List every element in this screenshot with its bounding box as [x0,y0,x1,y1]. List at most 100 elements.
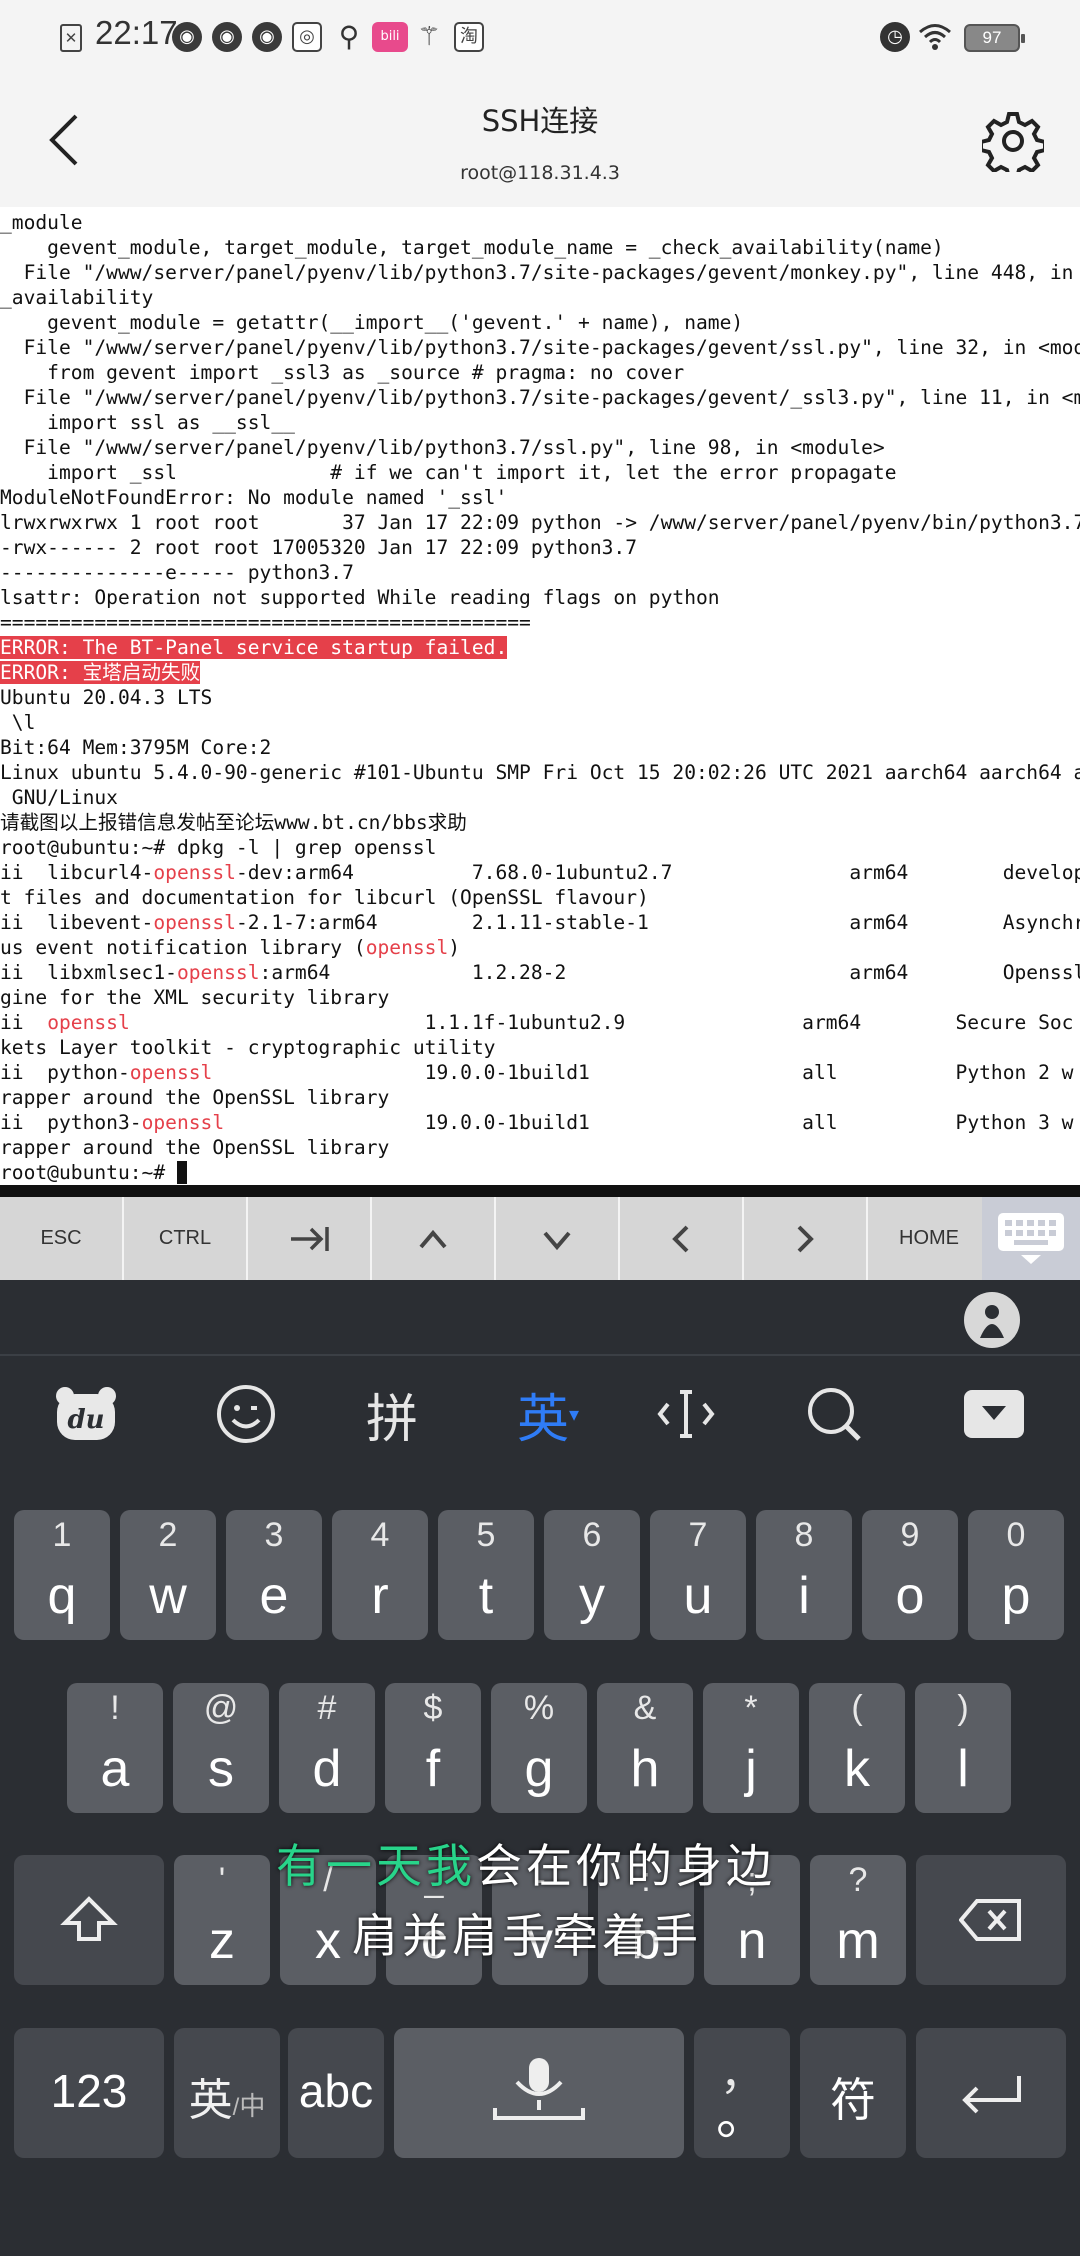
terminal-text: ) [448,936,461,959]
terminal-text: File "/www/server/panel/pyenv/lib/python… [0,261,1080,284]
key-e[interactable]: 3e [226,1510,322,1640]
terminal-line: ii libevent-openssl-2.1-7:arm64 2.1.11-s… [0,910,1080,935]
key-f[interactable]: $ f [385,1683,481,1813]
cursor-icon[interactable] [646,1374,726,1454]
key-secondary: ) [957,1689,969,1727]
key-secondary: 5 [476,1516,496,1554]
abc-key[interactable]: abc [288,2028,384,2158]
grep-match: openssl [153,911,236,934]
terminal-text: -rwx------ 2 root root 17005320 Jan 17 2… [0,536,638,559]
terminal-text: -dev:arm64 7.68.0-1ubuntu2.7 arm64 devel… [235,861,1080,884]
language-switch-key[interactable]: 英/中 [174,2028,280,2158]
key-primary: 符 [830,2074,876,2126]
backspace-key[interactable] [916,1855,1066,1985]
terminal-text: gevent_module, target_module, target_mod… [0,236,944,259]
key-secondary: # [317,1689,337,1727]
ctrl-key[interactable]: CTRL [124,1197,248,1280]
key-secondary: ' [218,1861,226,1899]
terminal-text: import ssl as __ssl__ [0,411,295,434]
ime-keyboard: du 拼 英 ▾ 1 q 2 w 3 e 4 r 5 t 6 y 7 u 8 i 9 o 0 p ! a @ s # d $ f% g & h… [0,1280,1080,2256]
page-title: SSH连接 [481,104,599,138]
right-key[interactable] [744,1197,868,1280]
key-g[interactable]: % g [491,1683,587,1813]
key-a[interactable]: ! a [67,1683,163,1813]
ime-toolbar: du 拼 英 ▾ [0,1354,1080,1466]
terminal-line: import ssl as __ssl__ [0,410,1080,435]
key-w[interactable]: 2w [120,1510,216,1640]
terminal-line: ii openssl 1.1.1f-1ubuntu2.9 arm64 Secur… [0,1010,1080,1035]
key-q[interactable]: 1q [14,1510,110,1640]
terminal-output[interactable]: _module gevent_module, target_module, ta… [0,207,1080,1185]
terminal-line: us event notification library (openssl) [0,935,1080,960]
key-j[interactable]: * j [703,1683,799,1813]
key-p[interactable]: 0p [968,1510,1064,1640]
key-k[interactable]: (k [809,1683,905,1813]
english-mode[interactable]: 英 ▾ [508,1374,588,1454]
key-o[interactable]: 9o [862,1510,958,1640]
key-secondary: ( [851,1689,863,1727]
bilibili-icon: bili [372,22,408,52]
ime-avatar-icon[interactable] [964,1292,1020,1348]
video-lyric-line-1: 有一天我会在你的身边 [276,1839,776,1893]
terminal-line: rapper around the OpenSSL library [0,1135,1080,1160]
key-r[interactable]: 4r [332,1510,428,1640]
key-m[interactable]: ? m [810,1855,906,1985]
numbers-key[interactable]: 123 [14,2028,164,2158]
terminal-line: rapper around the OpenSSL library [0,1085,1080,1110]
home-key[interactable]: HOME [868,1197,992,1280]
key-s[interactable]: @ s [173,1683,269,1813]
terminal-line: ERROR: The BT-Panel service startup fail… [0,635,1080,660]
key-i[interactable]: 8i [756,1510,852,1640]
terminal-line: gine for the XML security library [0,985,1080,1010]
terminal-line: ERROR: 宝塔启动失败 [0,660,1080,685]
key-d[interactable]: # d [279,1683,375,1813]
settings-button[interactable] [979,110,1047,180]
search-icon[interactable] [794,1374,874,1454]
key-primary: l [957,1740,969,1798]
key-z[interactable]: ' z [174,1855,270,1985]
key-primary: y [579,1567,605,1625]
svg-text:du: du [67,1405,104,1435]
terminal-text: File "/www/server/panel/pyenv/lib/python… [0,336,1080,359]
key-primary: 英/中 [188,2076,266,2125]
down-key[interactable] [496,1197,620,1280]
key-t[interactable]: 5t [438,1510,534,1640]
key-secondary: 4 [370,1516,390,1554]
alarm-icon: ◷ [880,22,910,52]
microphone-icon [493,2058,585,2120]
terminal-text: Ubuntu 20.04.3 LTS [0,686,213,709]
terminal-text: 1.1.1f-1ubuntu2.9 arm64 Secure Soc [129,1011,1074,1034]
left-key[interactable] [620,1197,744,1280]
pinyin-mode[interactable]: 拼 [352,1374,432,1454]
tab-key[interactable] [248,1197,372,1280]
terminal-line: lrwxrwxrwx 1 root root 37 Jan 17 22:09 p… [0,510,1080,535]
terminal-line: 请截图以上报错信息发帖至论坛www.bt.cn/bbs求助 [0,810,1080,835]
du-logo-icon[interactable]: du [46,1374,126,1454]
terminal-text: from gevent import _ssl3 as _source # pr… [0,361,685,384]
terminal-text: ========================================… [0,611,531,634]
terminal-extra-keys: ESC CTRL HOME [0,1197,1080,1280]
key-secondary: 8 [794,1516,814,1554]
symbols-key[interactable]: 符 [800,2028,906,2158]
collapse-keyboard-icon[interactable] [954,1374,1034,1454]
esc-key[interactable]: ESC [0,1197,124,1280]
enter-key[interactable] [916,2028,1066,2158]
terminal-text: :arm64 1.2.28-2 arm64 Openssl en [259,961,1080,984]
comma-key[interactable]: ，。 [694,2028,790,2158]
antenna-icon: ⚚ [417,22,441,52]
key-y[interactable]: 6y [544,1510,640,1640]
key-secondary: ? [848,1861,868,1899]
key-u[interactable]: 7u [650,1510,746,1640]
terminal-text: 19.0.0-1build1 all Python 2 w [212,1061,1074,1084]
space-key[interactable] [394,2028,684,2158]
key-h[interactable]: & h [597,1683,693,1813]
keyboard-toggle-button[interactable] [982,1197,1080,1280]
key-l[interactable]: ) l [915,1683,1011,1813]
terminal-text: lsattr: Operation not supported While re… [0,586,720,609]
up-key[interactable] [372,1197,496,1280]
terminal-text: 19.0.0-1build1 all Python 3 w [224,1111,1074,1134]
emoji-icon[interactable] [206,1374,286,1454]
shift-key[interactable] [14,1855,164,1985]
terminal-line: Linux ubuntu 5.4.0-90-generic #101-Ubunt… [0,760,1080,785]
terminal-line: _module [0,210,1080,235]
